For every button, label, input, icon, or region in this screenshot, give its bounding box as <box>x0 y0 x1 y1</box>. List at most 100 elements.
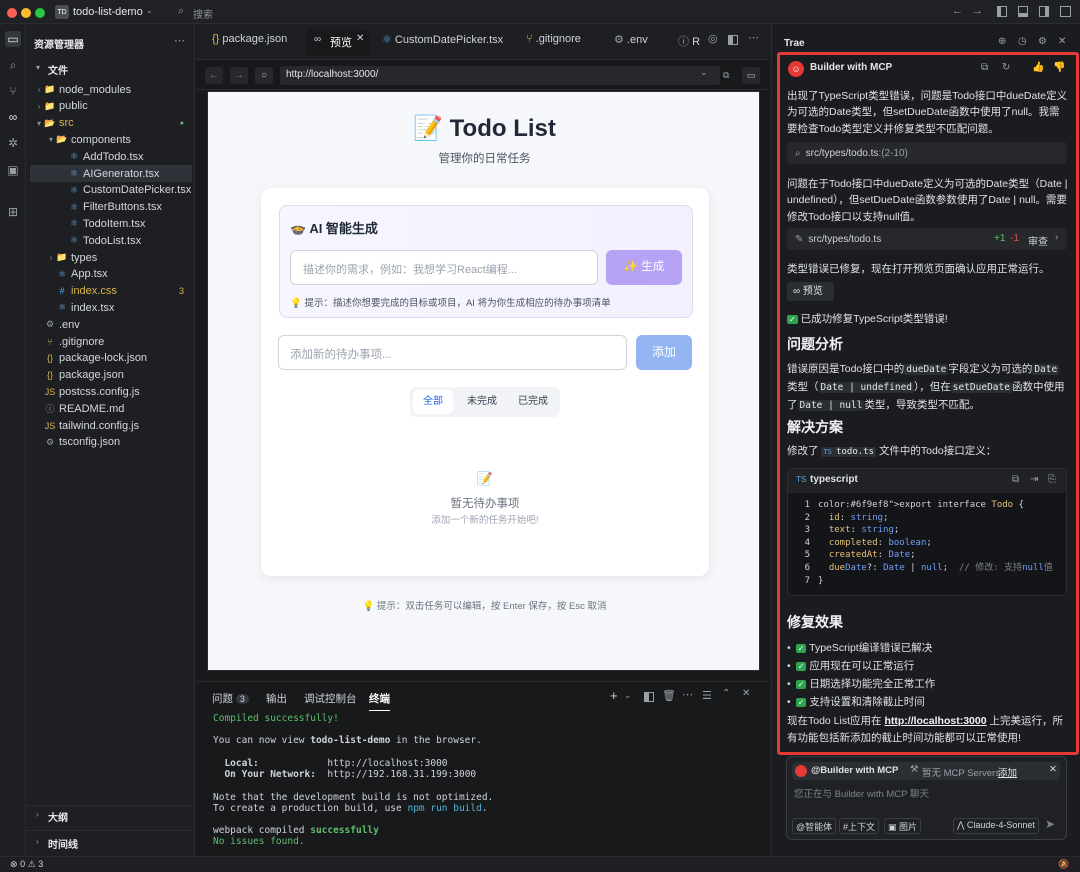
thumbs-down-icon[interactable]: 👎 <box>1053 62 1065 73</box>
debug-icon[interactable]: ✲ <box>5 135 21 151</box>
tab-debug-console[interactable]: 调试控制台 <box>304 691 357 706</box>
add-todo-input[interactable]: 添加新的待办事项... <box>278 335 627 370</box>
split-editor-icon[interactable] <box>728 35 738 45</box>
ai-generate-button[interactable]: ✨ 生成 <box>606 250 682 285</box>
insert-icon[interactable]: ⇥ <box>1030 474 1038 485</box>
add-mcp-link[interactable]: 添加 <box>998 765 1017 779</box>
model-selector[interactable]: ⋀ Claude-4-Sonnet <box>953 818 1039 834</box>
gear-icon[interactable]: ⚙ <box>1038 36 1047 47</box>
chevron-down-icon[interactable]: ▾ <box>36 63 40 72</box>
copy-icon[interactable]: ⧉ <box>1012 474 1019 485</box>
chevron-down-icon[interactable]: ⌄ <box>146 6 153 15</box>
tab-preview[interactable]: ∞ 预览 ✕ <box>306 29 370 56</box>
forward-arrow-icon[interactable]: → <box>972 5 983 17</box>
close-icon[interactable]: ✕ <box>1058 36 1066 47</box>
filter-all-button[interactable]: 全部 <box>413 390 453 414</box>
chevron-right-icon[interactable]: › <box>36 810 39 819</box>
localhost-link[interactable]: http://localhost:3000 <box>884 715 986 727</box>
file-tree-item[interactable]: ⚛ TodoList.tsx <box>30 232 192 249</box>
agent-mention[interactable]: @Builder with MCP <box>811 765 898 776</box>
file-tree-item[interactable]: ⚛ TodoItem.tsx <box>30 215 192 232</box>
file-tree-item[interactable]: ⚛ CustomDatePicker.tsx <box>30 182 192 199</box>
thumbs-up-icon[interactable]: 👍 <box>1032 62 1044 73</box>
file-tree-item[interactable]: {} package-lock.json <box>30 350 192 367</box>
close-icon[interactable]: ✕ <box>356 33 364 44</box>
filter-active-button[interactable]: 未完成 <box>459 390 505 414</box>
ai-prompt-input[interactable]: 描述你的需求，例如：我想学习React编程... <box>290 250 598 285</box>
preview-button[interactable]: ∞ 预览 <box>787 282 834 301</box>
filter-completed-button[interactable]: 已完成 <box>510 390 556 414</box>
project-switcher[interactable]: todo-list-demo <box>73 6 143 18</box>
file-chip[interactable]: TS todo.ts <box>821 447 877 457</box>
apply-icon[interactable]: ⎘ <box>1048 474 1056 485</box>
file-reference[interactable]: ⌕ src/types/todo.ts :(2-10) <box>787 142 1067 164</box>
file-tree-item[interactable]: ▾ 📂 components <box>30 131 192 148</box>
file-tree-item[interactable]: ⚛ index.tsx <box>30 299 192 316</box>
tab-env[interactable]: ⚙ .env <box>614 33 648 46</box>
more-icon[interactable]: ⋯ <box>682 688 693 701</box>
file-tree-item[interactable]: ⚛ App.tsx <box>30 266 192 283</box>
file-tree-item[interactable]: › 📁 public <box>30 98 192 115</box>
history-icon[interactable]: ◷ <box>1018 36 1027 47</box>
file-change-card[interactable]: ✎ src/types/todo.ts +1 -1 审查 › <box>787 228 1067 250</box>
close-window-button[interactable] <box>7 8 17 18</box>
search-icon[interactable]: ⌕ <box>5 57 21 73</box>
chat-input[interactable]: 您正在与 Builder with MCP 聊天 <box>794 786 929 800</box>
tab-package-json[interactable]: {} package.json <box>212 33 287 45</box>
timeline-section[interactable]: 时间线 <box>48 836 78 851</box>
maximize-panel-icon[interactable]: ⌃ <box>722 688 730 699</box>
source-control-icon[interactable]: ⑂ <box>5 83 21 99</box>
layout-icon[interactable] <box>1060 6 1071 17</box>
tab-problems[interactable]: 问题 3 <box>212 691 249 706</box>
toggle-secondary-sidebar-icon[interactable] <box>1039 6 1049 17</box>
device-icon[interactable]: ▭ <box>742 67 760 84</box>
back-arrow-icon[interactable]: ← <box>952 5 963 17</box>
files-section-header[interactable]: 文件 <box>48 62 68 77</box>
tab-output[interactable]: 输出 <box>266 691 287 706</box>
remote-icon[interactable]: ▣ <box>5 162 21 178</box>
image-button[interactable]: ▣ 图片 <box>884 818 922 834</box>
chevron-down-icon[interactable]: ⌄ <box>700 67 708 78</box>
toggle-panel-icon[interactable] <box>1018 6 1028 17</box>
file-tree-item[interactable]: ⚙ tsconfig.json <box>30 434 192 451</box>
outline-section[interactable]: 大纲 <box>48 809 68 824</box>
file-tree-item[interactable]: ⚛ AIGenerator.tsx <box>30 165 192 182</box>
open-external-icon[interactable]: ⧉ <box>723 70 729 81</box>
tab-custom-date-picker[interactable]: ⚛ CustomDatePicker.tsx <box>382 33 503 46</box>
search-box[interactable]: 搜索 <box>193 6 213 21</box>
notifications-icon[interactable]: 🔕 <box>1058 859 1069 870</box>
extensions-icon[interactable]: ⊞ <box>5 204 21 220</box>
more-icon[interactable]: ⋯ <box>174 34 185 47</box>
file-tree-item[interactable]: JS tailwind.config.js <box>30 417 192 434</box>
file-tree-item[interactable]: ⚙ .env <box>30 316 192 333</box>
chevron-down-icon[interactable]: ⌄ <box>624 690 632 701</box>
link-icon[interactable]: ∞ <box>5 109 21 125</box>
review-button[interactable]: 审查 <box>1028 233 1048 248</box>
explorer-icon[interactable]: ▭ <box>5 31 21 47</box>
toggle-sidebar-icon[interactable] <box>997 6 1007 17</box>
settings-lines-icon[interactable]: ☰ <box>702 689 712 702</box>
reload-icon[interactable]: ○ <box>255 67 273 84</box>
back-icon[interactable]: ← <box>205 67 223 84</box>
more-icon[interactable]: ⋯ <box>748 31 759 44</box>
add-todo-button[interactable]: 添加 <box>636 335 692 370</box>
url-bar[interactable]: http://localhost:3000/ ⌄ <box>280 66 720 85</box>
retry-icon[interactable]: ↻ <box>1002 62 1010 73</box>
search-icon[interactable]: ⌕ <box>178 5 184 18</box>
maximize-window-button[interactable] <box>35 8 45 18</box>
split-terminal-icon[interactable] <box>644 692 654 702</box>
tab-terminal[interactable]: 终端 <box>369 691 390 711</box>
new-chat-icon[interactable]: ⊕ <box>998 36 1006 47</box>
context-button[interactable]: #上下文 <box>839 818 880 834</box>
tab-readme[interactable]: ⓘ R <box>678 33 700 49</box>
file-tree-item[interactable]: ▾ 📂 src ● <box>30 115 192 132</box>
file-tree-item[interactable]: › 📁 types <box>30 249 192 266</box>
file-tree-item[interactable]: › 📁 node_modules <box>30 81 192 98</box>
file-tree-item[interactable]: ⚛ FilterButtons.tsx <box>30 199 192 216</box>
tab-gitignore[interactable]: ⑂ .gitignore <box>526 33 581 45</box>
file-tree-item[interactable]: {} package.json <box>30 367 192 384</box>
trash-icon[interactable]: 🗑 <box>662 689 676 702</box>
minimize-window-button[interactable] <box>21 8 31 18</box>
agent-button[interactable]: @智能体 <box>792 818 837 834</box>
file-tree-item[interactable]: ⑂ .gitignore <box>30 333 192 350</box>
